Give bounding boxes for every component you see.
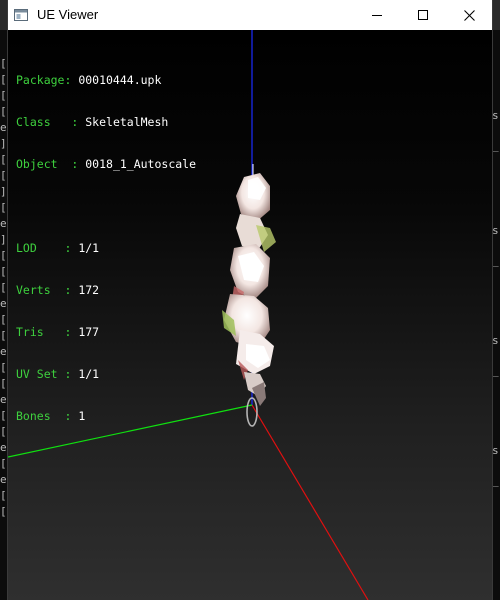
background-console-char: [ <box>0 377 7 390</box>
background-console-char: e <box>0 441 7 454</box>
title-bar[interactable]: UE Viewer <box>8 0 492 30</box>
background-console-char: [ <box>0 249 7 262</box>
background-console-char: [ <box>0 329 7 342</box>
info-verts-value: 172 <box>78 283 100 297</box>
3d-viewport[interactable]: Package: 00010444.upk Class : SkeletalMe… <box>8 30 492 600</box>
info-class: Class : SkeletalMesh <box>16 115 196 129</box>
background-console-char: [ <box>0 169 7 182</box>
info-uvset-label: UV Set : <box>16 367 79 381</box>
background-console-char: s <box>492 109 499 122</box>
background-console-char: _ <box>492 254 499 267</box>
info-bones-value: 1 <box>78 409 86 423</box>
background-console-char: [ <box>0 105 7 118</box>
background-console-char: s <box>492 334 499 347</box>
background-console-char: [ <box>0 89 7 102</box>
background-console-char: ] <box>0 185 7 198</box>
info-class-label: Class : <box>16 115 86 129</box>
x-axis-line <box>251 404 369 600</box>
info-tris-value: 177 <box>78 325 100 339</box>
info-bones-label: Bones : <box>16 409 79 423</box>
background-console-char: e <box>0 393 7 406</box>
info-lod-value: 1/1 <box>78 241 100 255</box>
maximize-icon <box>418 10 428 20</box>
background-console-char: e <box>0 217 7 230</box>
info-package: Package: 00010444.upk <box>16 73 196 87</box>
info-package-value: 00010444.upk <box>78 73 162 87</box>
minimize-icon <box>372 15 382 16</box>
info-verts-label: Verts : <box>16 283 79 297</box>
background-console-char: s <box>492 224 499 237</box>
background-console-char: s <box>492 444 499 457</box>
background-console-char: [ <box>0 57 7 70</box>
window-title: UE Viewer <box>37 7 99 22</box>
background-console-char: [ <box>0 361 7 374</box>
info-class-value: SkeletalMesh <box>85 115 169 129</box>
background-console-char: _ <box>492 364 499 377</box>
background-console-char: [ <box>0 409 7 422</box>
info-object-value: 0018_1_Autoscale <box>85 157 197 171</box>
minimize-button[interactable] <box>354 0 400 30</box>
background-console-right: s _ s _ s _ s _ <box>492 30 500 600</box>
background-console-char: e <box>0 121 7 134</box>
background-console-char: [ <box>0 153 7 166</box>
info-verts: Verts : 172 <box>16 283 196 297</box>
background-console-char: ] <box>0 233 7 246</box>
background-console-char: [ <box>0 425 7 438</box>
info-lod: LOD : 1/1 <box>16 241 196 255</box>
info-object-label: Object : <box>16 157 86 171</box>
info-lod-label: LOD : <box>16 241 79 255</box>
info-uvset: UV Set : 1/1 <box>16 367 196 381</box>
mesh-info-overlay: Package: 00010444.upk Class : SkeletalMe… <box>16 45 196 451</box>
background-console-char: _ <box>492 474 499 487</box>
info-package-label: Package: <box>16 73 79 87</box>
background-console-char: [ <box>0 73 7 86</box>
background-console-char: [ <box>0 457 7 470</box>
info-tris: Tris : 177 <box>16 325 196 339</box>
background-console-char: [ <box>0 313 7 326</box>
close-icon <box>463 9 475 21</box>
info-object: Object : 0018_1_Autoscale <box>16 157 196 171</box>
background-console-char: [ <box>0 489 7 502</box>
background-console-char: e <box>0 297 7 310</box>
skeletal-mesh <box>222 173 276 406</box>
maximize-button[interactable] <box>400 0 446 30</box>
ue-viewer-window: UE Viewer Package: 00010444.upk Class: … <box>8 0 492 600</box>
window-app-icon <box>14 8 28 21</box>
background-console-char: e <box>0 473 7 486</box>
background-console-char: _ <box>492 139 499 152</box>
background-console-char: [ <box>0 201 7 214</box>
background-console-char: ] <box>0 137 7 150</box>
info-bones: Bones : 1 <box>16 409 196 423</box>
background-console-char: [ <box>0 281 7 294</box>
background-console-char: e <box>0 345 7 358</box>
info-uvset-value: 1/1 <box>78 367 100 381</box>
info-spacer <box>16 199 196 213</box>
background-console-char: [ <box>0 505 7 518</box>
background-console-char: [ <box>0 265 7 278</box>
close-button[interactable] <box>446 0 492 30</box>
info-tris-label: Tris : <box>16 325 79 339</box>
background-console-left: [ [ [ [ e] [ [] [ e] [ [ [ e [ [ e [ [ e [ [ e [ e [ [ <box>0 30 8 600</box>
